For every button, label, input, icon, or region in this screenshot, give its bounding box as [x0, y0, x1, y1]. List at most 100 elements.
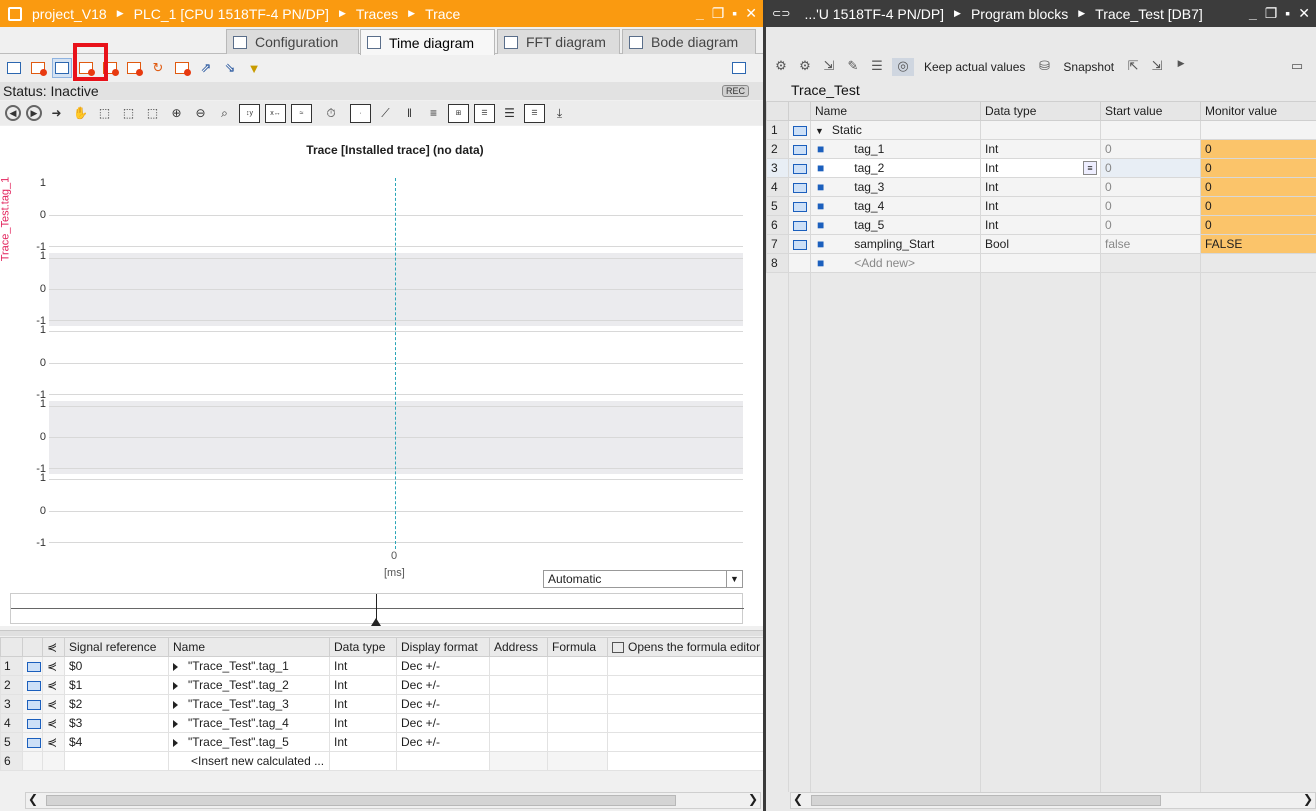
table-row[interactable]: 8 ■ <Add new> [766, 253, 1316, 273]
hand-pan-icon[interactable]: ✋ [71, 104, 90, 123]
tag-type[interactable]: Bool [980, 234, 1101, 254]
tab-bode-diagram[interactable]: Bode diagram [622, 29, 756, 54]
signal-name[interactable]: "Trace_Test".tag_5 [168, 732, 330, 752]
maximize-icon[interactable]: ▪ [1285, 5, 1290, 22]
breadcrumb-trace[interactable]: Trace [425, 6, 460, 22]
copy-snapshot-icon[interactable]: ⇱ [1124, 58, 1142, 76]
add-measurement-icon[interactable] [172, 58, 192, 78]
splitter-grip[interactable] [0, 630, 763, 636]
signal-ref[interactable] [64, 751, 169, 771]
monitor-all-icon[interactable]: ◎ [892, 58, 914, 76]
col-name[interactable]: Name [168, 637, 330, 657]
transfer-to-device-icon[interactable] [4, 58, 24, 78]
zoom-100-icon[interactable]: ⌕ [215, 104, 234, 123]
signal-format[interactable]: Dec +/- [396, 675, 490, 695]
snapshot-icon[interactable]: ⛁ [1035, 58, 1053, 76]
zoom-out-icon[interactable]: ⊖ [191, 104, 210, 123]
minimize-icon[interactable]: _ [696, 5, 704, 22]
signal-ref[interactable]: $1 [64, 675, 169, 695]
tag-name[interactable]: ■ tag_4 [810, 196, 981, 216]
col-formula[interactable]: Formula [547, 637, 608, 657]
zoom-y-icon[interactable]: ⬚ [143, 104, 162, 123]
zoom-x-icon[interactable]: ⬚ [119, 104, 138, 123]
col-formula-editor[interactable]: Opens the formula editor [607, 637, 763, 657]
zoom-in-icon[interactable]: ⊕ [167, 104, 186, 123]
delete-trace-icon[interactable] [124, 58, 144, 78]
more-icon[interactable]: ▶ [1172, 58, 1190, 76]
signal-name[interactable]: "Trace_Test".tag_3 [168, 694, 330, 714]
tag-name[interactable]: ■ tag_3 [810, 177, 981, 197]
signal-name[interactable]: "Trace_Test".tag_4 [168, 713, 330, 733]
signal-format[interactable]: Dec +/- [396, 713, 490, 733]
scrollbar-thumb[interactable] [811, 795, 1161, 806]
align-left-icon[interactable]: ☰ [500, 104, 519, 123]
list-icon[interactable]: ☰ [868, 58, 886, 76]
edit-icon[interactable]: ✎ [844, 58, 862, 76]
tag-start-value[interactable]: 0 [1100, 139, 1201, 159]
col-data-type[interactable]: Data type [980, 101, 1101, 121]
overview-strip[interactable] [10, 593, 744, 626]
insert-row-icon[interactable]: ⚙ [772, 58, 790, 76]
load-snapshot-icon[interactable]: ⇲ [1148, 58, 1166, 76]
scrollbar-thumb[interactable] [46, 795, 676, 806]
signal-table-icon[interactable]: ⊞ [448, 103, 469, 123]
maximize-icon[interactable]: ▪ [732, 5, 737, 22]
breadcrumb-project[interactable]: project_V18 [32, 6, 107, 22]
table-row[interactable]: 4 ⋞ $3 "Trace_Test".tag_4 Int Dec +/- [0, 713, 763, 733]
expand-icon[interactable] [173, 738, 178, 747]
repeat-recording-icon[interactable]: ↻ [148, 58, 168, 78]
scroll-left-icon[interactable]: ❮ [28, 792, 38, 806]
tag-type[interactable]: Int [980, 177, 1101, 197]
table-row[interactable]: 4 ■ tag_3 Int 0 0 [766, 177, 1316, 197]
export-icon[interactable]: ⇗ [196, 58, 216, 78]
tag-type[interactable]: Int ≡ [980, 158, 1101, 178]
time-cursor[interactable] [395, 178, 396, 549]
snapshot-button[interactable]: Snapshot [1063, 60, 1114, 74]
col-start-value[interactable]: Start value [1100, 101, 1201, 121]
upload-icon[interactable] [28, 58, 48, 78]
signal-ref[interactable]: $3 [64, 713, 169, 733]
tag-start-value[interactable]: 0 [1100, 215, 1201, 235]
time-format-icon[interactable]: ⏱ [317, 104, 345, 123]
align-list-icon[interactable]: ☰ [524, 103, 545, 123]
stacked-view-icon[interactable]: ≈ [291, 103, 312, 123]
tag-type[interactable]: Int [980, 139, 1101, 159]
tag-name[interactable]: ■ tag_1 [810, 139, 981, 159]
chevron-down-icon[interactable]: ▼ [726, 571, 742, 587]
table-row[interactable]: 3 ■ tag_2 Int ≡ 0 0 [766, 158, 1316, 178]
line-icon[interactable]: ⟋ [376, 104, 395, 123]
scroll-right-icon[interactable]: ❯ [1303, 792, 1313, 806]
back-icon[interactable]: ◀ [5, 105, 21, 121]
signal-ref[interactable]: $2 [64, 694, 169, 714]
legend-icon[interactable]: ☰ [474, 103, 495, 123]
signal-format[interactable]: Dec +/- [396, 732, 490, 752]
zoom-box-icon[interactable]: ⬚ [95, 104, 114, 123]
tag-start-value[interactable]: 0 [1100, 158, 1201, 178]
breadcrumb-cpu[interactable]: ...'U 1518TF-4 PN/DP] [804, 6, 944, 22]
table-row[interactable]: 2 ■ tag_1 Int 0 0 [766, 139, 1316, 159]
scale-select[interactable]: Automatic ▼ [543, 570, 743, 588]
tab-time-diagram[interactable]: Time diagram [360, 29, 495, 55]
x-100-icon[interactable]: x↔ [265, 103, 286, 123]
breadcrumb-db[interactable]: Trace_Test [DB7] [1095, 6, 1203, 22]
scroll-right-icon[interactable]: ❯ [748, 792, 758, 806]
horizontal-scrollbar[interactable]: ❮ ❯ [790, 792, 1316, 809]
forward-icon[interactable]: ▶ [26, 105, 42, 121]
tag-start-value[interactable]: 0 [1100, 177, 1201, 197]
type-picker-icon[interactable]: ≡ [1083, 161, 1097, 175]
layout-icon[interactable] [729, 58, 749, 78]
table-row[interactable]: 6 ■ tag_5 Int 0 0 [766, 215, 1316, 235]
tab-configuration[interactable]: Configuration [226, 29, 359, 54]
signal-ref[interactable]: $0 [64, 656, 169, 676]
filter-icon[interactable]: ▼ [244, 58, 264, 78]
tab-fft-diagram[interactable]: FFT diagram [497, 29, 620, 54]
trace-chart[interactable] [49, 178, 743, 549]
breadcrumb-plc[interactable]: PLC_1 [CPU 1518TF-4 PN/DP] [134, 6, 329, 22]
table-row[interactable]: 6 <Insert new calculated ... [0, 751, 763, 771]
col-display-format[interactable]: Display format [396, 637, 490, 657]
signal-format[interactable]: Dec +/- [396, 694, 490, 714]
col-name[interactable]: Name [810, 101, 981, 121]
y-100-icon[interactable]: ↕y [239, 103, 260, 123]
monitor-trace-icon[interactable] [52, 58, 72, 78]
table-row[interactable]: 1 ▼ Static [766, 120, 1316, 140]
